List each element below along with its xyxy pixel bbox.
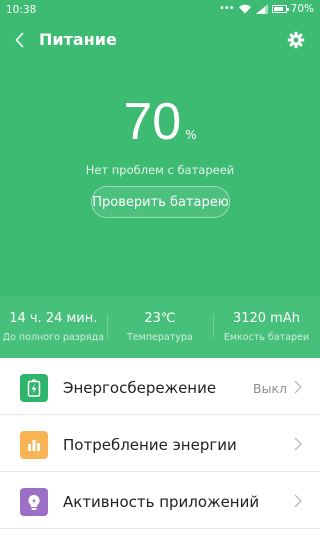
menu-item-power-consumption[interactable]: Потребление энергии [0, 415, 320, 472]
battery-percent-unit: % [185, 128, 197, 142]
menu-item-label: Энергосбережение [63, 379, 217, 397]
stat-label: Емкость батареи [223, 332, 310, 343]
battery-header-panel: 10:38 ••• 70% Питание 70 % Нет проблем с… [0, 0, 320, 358]
signal-icon [255, 4, 268, 14]
stat-value: 14 ч. 24 мин. [9, 311, 98, 326]
check-battery-button[interactable]: Проверить батарею [91, 186, 230, 218]
status-icons: ••• 70% [219, 3, 314, 15]
chevron-right-icon [294, 380, 302, 394]
settings-button[interactable] [284, 28, 308, 52]
stat-label: До полного разряда [2, 332, 104, 343]
chevron-right-icon [294, 494, 302, 508]
menu-item-label: Потребление энергии [63, 436, 237, 454]
battery-stats: 14 ч. 24 мин. До полного разряда 23℃ Тем… [0, 296, 320, 358]
battery-percent-value: 70 [123, 93, 182, 151]
lightbulb-icon [20, 488, 48, 516]
gear-icon [287, 31, 305, 49]
notification-dots-icon: ••• [218, 3, 235, 14]
menu-item-value: Выкл [253, 381, 287, 396]
status-bar: 10:38 ••• 70% [0, 0, 320, 22]
menu-item-label: Активность приложений [63, 493, 260, 511]
settings-list: Энергосбережение Выкл Потребление энерги… [0, 358, 320, 529]
battery-status-text: Нет проблем с батареей [85, 163, 235, 177]
chevron-right-icon [294, 437, 302, 451]
stat-value: 23℃ [144, 311, 176, 326]
bar-chart-icon [20, 431, 48, 459]
page-title: Питание [39, 30, 117, 49]
chevron-left-icon [15, 32, 24, 48]
battery-icon [271, 5, 289, 13]
battery-saver-icon [20, 374, 48, 402]
menu-item-app-activity[interactable]: Активность приложений [0, 472, 320, 529]
app-bar: Питание [0, 24, 320, 56]
stat-label: Температура [127, 332, 193, 343]
battery-percentage: 70% [0, 92, 320, 152]
wifi-icon [238, 4, 251, 14]
stat-capacity: 3120 mAh Емкость батареи [213, 296, 320, 358]
stat-temperature: 23℃ Температура [106, 296, 214, 358]
status-battery-percent: 70% [290, 3, 314, 15]
menu-item-power-saving[interactable]: Энергосбережение Выкл [0, 358, 320, 415]
stat-time-remaining: 14 ч. 24 мин. До полного разряда [0, 296, 107, 358]
stat-value: 3120 mAh [232, 311, 300, 326]
back-button[interactable] [8, 26, 32, 54]
status-time: 10:38 [6, 4, 37, 16]
